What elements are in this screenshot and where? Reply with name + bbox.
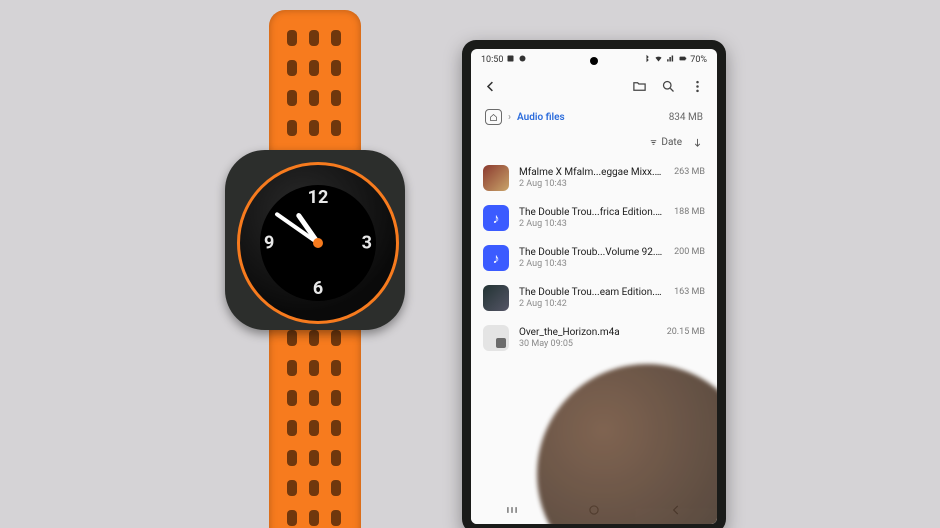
finger-shadow <box>537 364 717 524</box>
watch-center-pin <box>313 238 323 248</box>
sort-row: Date <box>471 133 717 158</box>
file-thumbnail <box>483 325 509 351</box>
file-date: 30 May 09:05 <box>519 339 657 349</box>
file-size: 200 MB <box>674 247 705 257</box>
home-icon[interactable] <box>485 109 502 125</box>
file-name: The Double Troub...Volume 92.mp3 <box>519 247 664 258</box>
smartwatch-prop: 12 3 6 9 <box>225 150 405 330</box>
file-row[interactable]: Mfalme X Mfalm...eggae Mixx.mp32 Aug 10:… <box>471 158 717 198</box>
file-row[interactable]: ♪ The Double Troub...Volume 92.mp32 Aug 1… <box>471 238 717 278</box>
sort-direction-icon[interactable] <box>692 133 703 152</box>
search-icon[interactable] <box>661 79 676 98</box>
file-size: 163 MB <box>674 287 705 297</box>
camera-punch-hole <box>590 57 598 65</box>
file-date: 2 Aug 10:43 <box>519 179 664 189</box>
sort-button[interactable]: Date <box>648 137 682 148</box>
status-notif-icon <box>506 54 515 66</box>
signal-icon <box>666 54 675 66</box>
watch-numeral-3: 3 <box>362 233 372 254</box>
watch-band-top <box>269 10 361 170</box>
wifi-icon <box>654 54 663 66</box>
breadcrumb-size: 834 MB <box>669 112 703 123</box>
recents-button[interactable] <box>505 502 519 521</box>
sort-label: Date <box>661 137 682 148</box>
music-icon: ♪ <box>483 245 509 271</box>
watch-bezel: 12 3 6 9 <box>237 162 399 324</box>
chevron-right-icon: › <box>508 112 511 123</box>
status-time: 10:50 <box>481 55 503 65</box>
file-meta: The Double Trou...frica Edition.mp32 Aug… <box>519 207 664 229</box>
watch-numeral-9: 9 <box>264 233 274 254</box>
file-meta: Mfalme X Mfalm...eggae Mixx.mp32 Aug 10:… <box>519 167 664 189</box>
battery-text: 70% <box>690 55 707 65</box>
file-name: Over_the_Horizon.m4a <box>519 327 657 338</box>
file-thumbnail <box>483 165 509 191</box>
file-date: 2 Aug 10:42 <box>519 299 664 309</box>
watch-numeral-12: 12 <box>308 187 329 208</box>
breadcrumb-folder[interactable]: Audio files <box>517 112 565 123</box>
file-date: 2 Aug 10:43 <box>519 219 664 229</box>
folder-icon[interactable] <box>632 79 647 98</box>
more-icon[interactable] <box>690 79 705 98</box>
battery-icon <box>678 54 687 66</box>
file-meta: The Double Trou...eam Edition.mp32 Aug 1… <box>519 287 664 309</box>
file-name: The Double Trou...frica Edition.mp3 <box>519 207 664 218</box>
file-name: The Double Trou...eam Edition.mp3 <box>519 287 664 298</box>
file-size: 188 MB <box>674 207 705 217</box>
file-date: 2 Aug 10:43 <box>519 259 664 269</box>
breadcrumb: › Audio files 834 MB <box>471 105 717 133</box>
file-thumbnail <box>483 285 509 311</box>
file-list: Mfalme X Mfalm...eggae Mixx.mp32 Aug 10:… <box>471 158 717 358</box>
phone-frame: 10:50 <box>462 40 726 528</box>
watch-band-bottom <box>269 310 361 528</box>
file-name: Mfalme X Mfalm...eggae Mixx.mp3 <box>519 167 664 178</box>
file-size: 20.15 MB <box>667 327 705 337</box>
watch-face: 12 3 6 9 <box>260 185 376 301</box>
bluetooth-icon <box>642 54 651 66</box>
file-row[interactable]: The Double Trou...eam Edition.mp32 Aug 1… <box>471 278 717 318</box>
watch-numeral-6: 6 <box>313 278 323 299</box>
phone-screen: 10:50 <box>471 49 717 524</box>
app-bar <box>471 71 717 105</box>
file-row[interactable]: Over_the_Horizon.m4a30 May 09:05 20.15 MB <box>471 318 717 358</box>
file-meta: Over_the_Horizon.m4a30 May 09:05 <box>519 327 657 349</box>
back-button[interactable] <box>483 79 498 98</box>
status-app-icon <box>518 54 527 66</box>
file-meta: The Double Troub...Volume 92.mp32 Aug 10… <box>519 247 664 269</box>
file-size: 263 MB <box>674 167 705 177</box>
music-icon: ♪ <box>483 205 509 231</box>
file-row[interactable]: ♪ The Double Trou...frica Edition.mp32 Au… <box>471 198 717 238</box>
